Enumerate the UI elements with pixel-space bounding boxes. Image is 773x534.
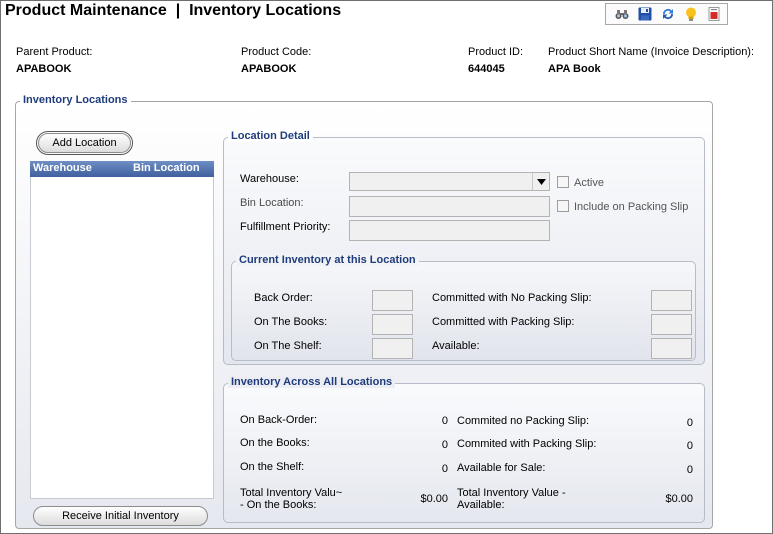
location-detail-title: Location Detail — [228, 130, 313, 142]
toolbar — [605, 3, 728, 25]
bin-location-input[interactable] — [349, 196, 550, 217]
packing-slip-checkbox[interactable] — [557, 200, 569, 212]
on-shelf-value: 0 — [441, 463, 448, 475]
save-icon[interactable] — [634, 5, 655, 23]
available-sale-value: 0 — [686, 464, 693, 476]
inventory-locations-title: Inventory Locations — [20, 94, 131, 106]
packing-slip-label: Include on Packing Slip — [574, 201, 689, 213]
short-name-label: Product Short Name (Invoice Description)… — [548, 46, 755, 58]
lightbulb-icon[interactable] — [680, 5, 701, 23]
total-available-value: $0.00 — [665, 493, 693, 505]
committed-no-slip-label: Committed with No Packing Slip: — [432, 292, 592, 304]
on-books-value: 0 — [441, 439, 448, 451]
chevron-down-icon[interactable] — [532, 173, 549, 190]
available-sale-label: Available for Sale: — [457, 462, 546, 474]
parent-product-value: APABOOK — [16, 63, 72, 75]
committed-no-slip-all-value: 0 — [686, 417, 693, 429]
bin-location-label: Bin Location: — [240, 197, 304, 209]
warehouse-select[interactable] — [349, 172, 550, 191]
binoculars-icon[interactable] — [611, 5, 632, 23]
on-the-shelf-label: On The Shelf: — [254, 340, 322, 352]
total-books-value: $0.00 — [420, 493, 448, 505]
on-back-order-value: 0 — [441, 415, 448, 427]
fulfillment-priority-label: Fulfillment Priority: — [240, 221, 331, 233]
product-id-label: Product ID: — [468, 46, 524, 58]
on-the-books-value — [372, 314, 413, 335]
across-all-title: Inventory Across All Locations — [228, 376, 396, 388]
on-the-shelf-value — [372, 338, 413, 359]
product-code-label: Product Code: — [241, 46, 312, 58]
committed-no-slip-value — [651, 290, 692, 311]
total-available-label-line1: Total Inventory Value - — [457, 487, 566, 499]
refresh-icon[interactable] — [657, 5, 678, 23]
on-the-books-label: On The Books: — [254, 316, 328, 328]
receive-initial-inventory-button[interactable]: Receive Initial Inventory — [33, 506, 208, 526]
total-available-label-line2: Available: — [457, 499, 505, 511]
grid-column-warehouse[interactable]: Warehouse — [33, 162, 92, 174]
active-label: Active — [574, 177, 604, 189]
short-name-value: APA Book — [548, 63, 601, 75]
total-books-label-line1: Total Inventory Valu~ — [240, 487, 343, 499]
active-checkbox[interactable] — [557, 176, 569, 188]
parent-product-label: Parent Product: — [16, 46, 93, 58]
committed-slip-label: Committed with Packing Slip: — [432, 316, 575, 328]
available-label: Available: — [432, 340, 480, 352]
committed-slip-all-value: 0 — [686, 440, 693, 452]
on-books-label: On the Books: — [240, 437, 310, 449]
on-back-order-label: On Back-Order: — [240, 414, 318, 426]
committed-slip-all-label: Commited with Packing Slip: — [457, 438, 597, 450]
committed-slip-value — [651, 314, 692, 335]
available-value — [651, 338, 692, 359]
grid-column-bin-location[interactable]: Bin Location — [133, 162, 200, 174]
on-shelf-label: On the Shelf: — [240, 461, 305, 473]
locations-grid[interactable] — [30, 161, 214, 499]
fulfillment-priority-input[interactable] — [349, 220, 550, 241]
back-order-value — [372, 290, 413, 311]
back-order-label: Back Order: — [254, 292, 313, 304]
add-location-button[interactable]: Add Location — [36, 131, 133, 155]
product-code-value: APABOOK — [241, 63, 297, 75]
warehouse-label: Warehouse: — [240, 173, 299, 185]
report-icon[interactable] — [703, 5, 724, 23]
committed-no-slip-all-label: Commited no Packing Slip: — [457, 415, 590, 427]
current-inventory-title: Current Inventory at this Location — [236, 254, 419, 266]
total-books-label-line2: - On the Books: — [240, 499, 317, 511]
locations-grid-header: Warehouse Bin Location — [30, 161, 214, 177]
product-id-value: 644045 — [468, 63, 505, 75]
page-title: Product Maintenance | Inventory Location… — [5, 2, 342, 19]
